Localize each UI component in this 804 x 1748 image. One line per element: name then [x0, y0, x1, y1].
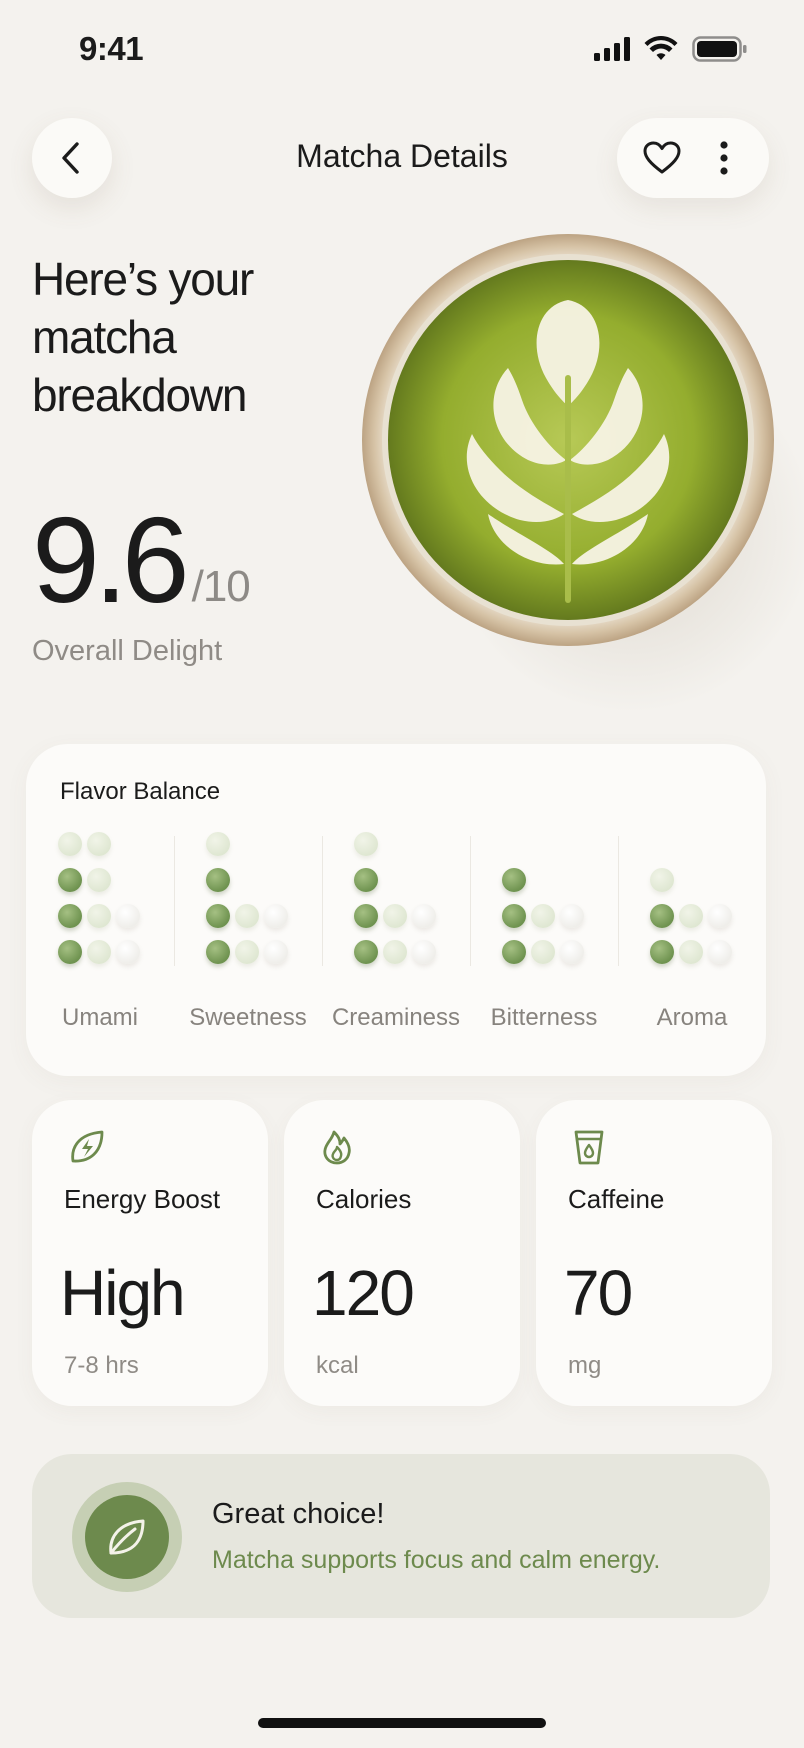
more-vertical-icon [720, 141, 728, 175]
flavor-dot [116, 940, 140, 964]
flavor-label: Umami [62, 1004, 138, 1031]
flavor-dot [650, 868, 674, 892]
flavor-dot [58, 904, 82, 928]
matcha-latte-image [362, 234, 774, 646]
score-max: /10 [191, 562, 251, 611]
hero-heading-line: breakdown [32, 369, 247, 421]
stat-card-energy[interactable]: Energy Boost High 7-8 hrs [32, 1100, 268, 1406]
banner-title: Great choice! [212, 1498, 385, 1530]
stat-card-caffeine[interactable]: Caffeine 70 mg [536, 1100, 772, 1406]
flavor-label: Sweetness [189, 1004, 307, 1031]
flavor-dot [531, 940, 555, 964]
flavor-dot [206, 832, 230, 856]
flavor-dot [650, 904, 674, 928]
flavor-dot-grid [650, 832, 750, 972]
header-actions [617, 118, 769, 198]
flavor-label: Bitterness [490, 1004, 598, 1031]
flavor-dot [206, 940, 230, 964]
stat-unit: mg [568, 1352, 602, 1379]
stat-card-calories[interactable]: Calories 120 kcal [284, 1100, 520, 1406]
flavor-dot-grid [58, 832, 158, 972]
flavor-dot [87, 904, 111, 928]
flavor-dot [87, 868, 111, 892]
flavor-column-bitterness: Bitterness [470, 832, 618, 1062]
leaf-icon [109, 1519, 145, 1555]
cellular-signal-icon [594, 37, 630, 61]
stat-label: Energy Boost [64, 1184, 221, 1214]
favorite-button[interactable] [637, 133, 687, 183]
hero-heading: Here’s your matcha breakdown [32, 250, 332, 424]
flavor-dot [354, 868, 378, 892]
flavor-dot [235, 904, 259, 928]
flavor-dot [679, 940, 703, 964]
flavor-dot [235, 940, 259, 964]
battery-icon [692, 36, 747, 62]
flavor-dot [354, 832, 378, 856]
score: 9.6 /10 [32, 492, 251, 628]
flavor-dot [560, 904, 584, 928]
score-label: Overall Delight [32, 635, 223, 667]
flavor-dot [412, 940, 436, 964]
flavor-dot-grid [354, 832, 454, 972]
screen: 9:41 Matcha Details Here’s your matcha b… [0, 0, 804, 1748]
status-icons [594, 36, 748, 62]
flavor-dot [264, 904, 288, 928]
stat-unit: kcal [316, 1352, 359, 1379]
stat-value: High [60, 1257, 186, 1329]
wifi-icon [644, 36, 678, 60]
hero-heading-line: Here’s your [32, 253, 254, 305]
flavor-dot [354, 904, 378, 928]
flavor-column-aroma: Aroma [618, 832, 766, 1062]
flavor-dot [354, 940, 378, 964]
flavor-label: Creaminess [331, 1004, 461, 1031]
stat-label: Calories [316, 1184, 412, 1214]
flavor-dot [679, 904, 703, 928]
flavor-dot [206, 868, 230, 892]
flame-icon [323, 1130, 351, 1165]
stat-label: Caffeine [568, 1184, 665, 1214]
flavor-column-creaminess: Creaminess [322, 832, 470, 1062]
flavor-dot [708, 904, 732, 928]
home-indicator[interactable] [258, 1718, 546, 1728]
score-value: 9.6 [32, 492, 190, 628]
flavor-balance-card: Flavor Balance Umami Sweetness Creamines… [26, 744, 766, 1076]
flavor-dot [650, 940, 674, 964]
stat-value: 120 [312, 1257, 415, 1329]
flavor-dot-grid [206, 832, 306, 972]
flavor-dot [206, 904, 230, 928]
flavor-dot [383, 904, 407, 928]
flavor-dot [87, 940, 111, 964]
stat-value: 70 [564, 1257, 633, 1329]
energy-leaf-icon [71, 1130, 104, 1163]
stat-unit: 7-8 hrs [64, 1352, 139, 1379]
flavor-dot [383, 940, 407, 964]
status-time: 9:41 [79, 30, 144, 67]
flavor-dot [560, 940, 584, 964]
heart-icon [643, 141, 681, 174]
flavor-column-umami: Umami [26, 832, 174, 1062]
flavor-dot [264, 940, 288, 964]
flavor-dot [116, 904, 140, 928]
flavor-dot [502, 940, 526, 964]
flavor-label: Aroma [656, 1004, 728, 1031]
great-choice-banner: Great choice! Matcha supports focus and … [32, 1454, 770, 1618]
flavor-dot [502, 904, 526, 928]
banner-subtitle: Matcha supports focus and calm energy. [212, 1546, 661, 1574]
flavor-dot [58, 868, 82, 892]
more-options-button[interactable] [699, 133, 749, 183]
hero-heading-line: matcha [32, 311, 177, 363]
flavor-dot [58, 940, 82, 964]
flavor-dot [87, 832, 111, 856]
flavor-dot-grid [502, 832, 602, 972]
flavor-balance-title: Flavor Balance [60, 778, 221, 805]
flavor-dot [502, 868, 526, 892]
flavor-dot [708, 940, 732, 964]
flavor-dot [58, 832, 82, 856]
leaf-badge [72, 1482, 182, 1592]
flavor-dot [531, 904, 555, 928]
cup-icon [574, 1130, 604, 1165]
flavor-column-sweetness: Sweetness [174, 832, 322, 1062]
flavor-dot [412, 904, 436, 928]
